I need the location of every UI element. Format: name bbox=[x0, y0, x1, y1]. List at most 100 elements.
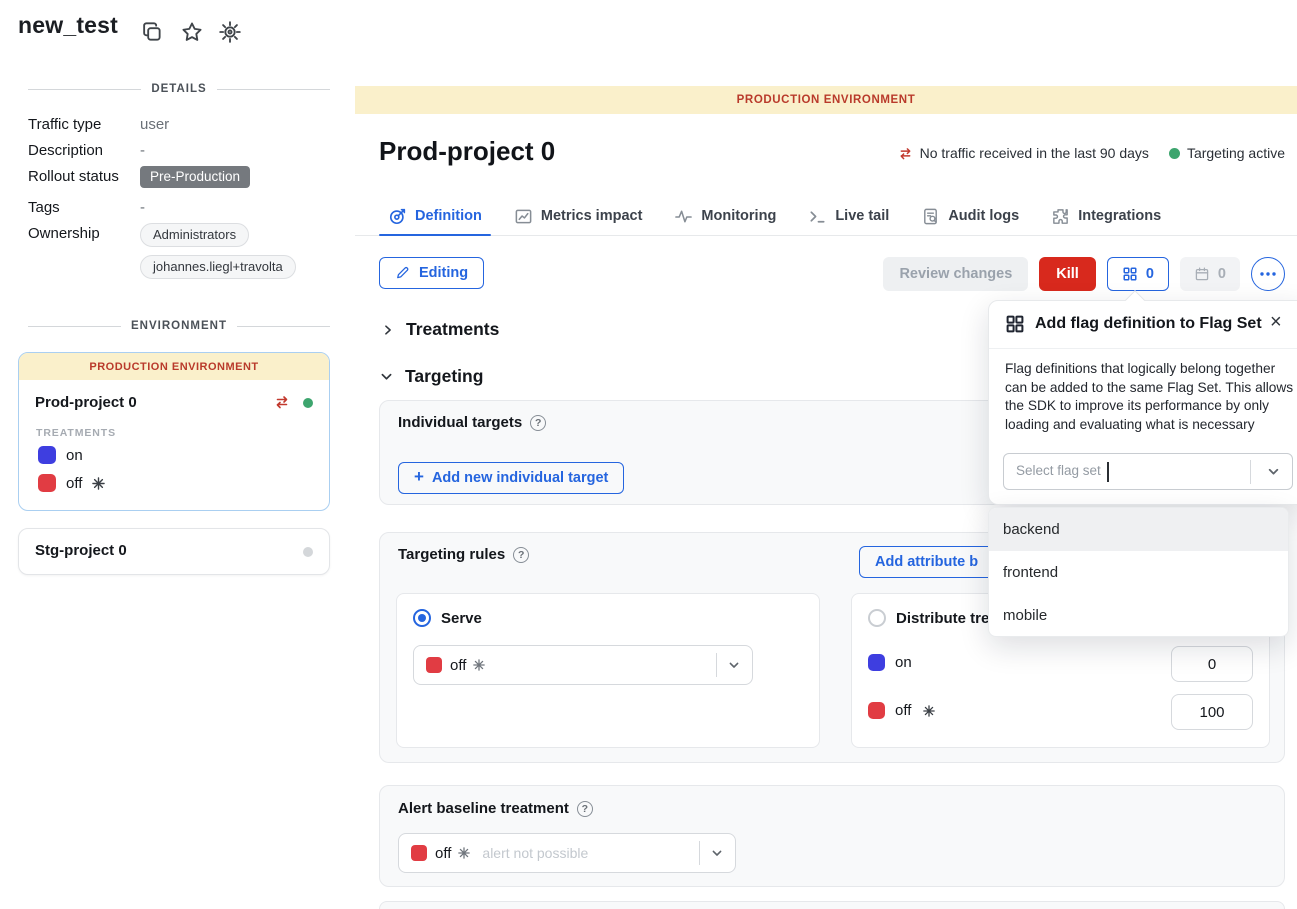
details-heading: DETAILS bbox=[151, 83, 206, 95]
star-icon[interactable] bbox=[180, 20, 204, 44]
serve-radio-row[interactable]: Serve bbox=[413, 609, 482, 627]
flag-set-select[interactable] bbox=[1003, 453, 1293, 490]
option-mobile[interactable]: mobile bbox=[989, 594, 1288, 637]
chevron-down-icon[interactable] bbox=[1265, 463, 1282, 480]
plus-icon: + bbox=[414, 467, 424, 487]
individual-targets-heading-row: Individual targets ? bbox=[398, 414, 546, 431]
environment-card-staging[interactable]: Stg-project 0 bbox=[18, 528, 330, 575]
traffic-type-value: user bbox=[140, 116, 169, 133]
review-changes-button[interactable]: Review changes bbox=[883, 257, 1028, 291]
flag-set-options: backend frontend mobile bbox=[988, 507, 1289, 637]
tab-integrations[interactable]: Integrations bbox=[1051, 197, 1161, 235]
details-divider: DETAILS bbox=[28, 83, 330, 95]
treatments-section-toggle[interactable]: Treatments bbox=[381, 319, 499, 340]
traffic-status-text: No traffic received in the last 90 days bbox=[920, 145, 1149, 161]
distribute-row-off: off bbox=[868, 702, 935, 719]
distribute-on-percent-input[interactable] bbox=[1171, 646, 1253, 682]
editing-label: Editing bbox=[419, 265, 468, 281]
treatment-row-on: on bbox=[38, 446, 83, 464]
alert-baseline-heading-row: Alert baseline treatment ? bbox=[398, 800, 593, 817]
add-attribute-rule-label: Add attribute b bbox=[875, 554, 978, 570]
copy-icon[interactable] bbox=[140, 20, 164, 44]
tab-metrics-impact[interactable]: Metrics impact bbox=[514, 197, 643, 235]
treatment-off-swatch bbox=[868, 702, 885, 719]
distribute-off-label: off bbox=[895, 702, 911, 719]
pencil-icon bbox=[395, 265, 411, 281]
ellipsis-icon bbox=[1259, 271, 1277, 277]
targeting-active-dot bbox=[1169, 148, 1180, 159]
close-icon[interactable]: × bbox=[1270, 312, 1282, 332]
add-individual-target-label: Add new individual target bbox=[432, 470, 608, 486]
review-changes-label: Review changes bbox=[899, 266, 1012, 282]
serve-radio[interactable] bbox=[413, 609, 431, 627]
kill-button[interactable]: Kill bbox=[1039, 257, 1096, 291]
more-actions-button[interactable] bbox=[1251, 257, 1285, 291]
rollout-status-badge: Pre-Production bbox=[140, 166, 250, 188]
tab-live-tail[interactable]: Live tail bbox=[808, 197, 889, 235]
page-title: new_test bbox=[18, 12, 118, 39]
alert-baseline-hint: alert not possible bbox=[482, 845, 588, 861]
treatment-off-swatch bbox=[411, 845, 427, 861]
audit-document-icon bbox=[921, 207, 940, 226]
add-individual-target-button[interactable]: + Add new individual target bbox=[398, 462, 624, 494]
description-value: - bbox=[140, 142, 145, 159]
distribute-off-percent-input[interactable] bbox=[1171, 694, 1253, 730]
help-icon[interactable]: ? bbox=[530, 415, 546, 431]
flag-sets-count: 0 bbox=[1146, 266, 1154, 282]
ownership-label: Ownership bbox=[28, 225, 100, 242]
tab-audit-logs[interactable]: Audit logs bbox=[921, 197, 1019, 235]
traffic-status: No traffic received in the last 90 days bbox=[898, 145, 1149, 161]
flag-set-search-input[interactable] bbox=[1016, 463, 1166, 478]
targeting-status-text: Targeting active bbox=[1187, 145, 1285, 161]
chevron-right-icon bbox=[381, 323, 395, 337]
treatment-on-label: on bbox=[66, 447, 83, 464]
environment-card-production[interactable]: PRODUCTION ENVIRONMENT Prod-project 0 TR… bbox=[18, 352, 330, 511]
production-environment-top-banner: PRODUCTION ENVIRONMENT bbox=[355, 86, 1297, 114]
distribute-row-on: on bbox=[868, 654, 912, 671]
targeting-section-toggle[interactable]: Targeting bbox=[379, 366, 483, 387]
flag-set-popup: Add flag definition to Flag Set × Flag d… bbox=[988, 300, 1297, 505]
treatment-on-swatch bbox=[38, 446, 56, 464]
editing-button[interactable]: Editing bbox=[379, 257, 484, 289]
traffic-type-label: Traffic type bbox=[28, 116, 101, 133]
option-backend[interactable]: backend bbox=[989, 508, 1288, 551]
environment-divider: ENVIRONMENT bbox=[28, 320, 330, 332]
tab-bar: Definition Metrics impact Monitoring bbox=[355, 197, 1297, 236]
environment-inactive-dot bbox=[303, 547, 313, 557]
terminal-icon bbox=[808, 207, 827, 226]
alert-baseline-value: off bbox=[435, 845, 451, 862]
distribute-on-label: on bbox=[895, 654, 912, 671]
pulse-icon bbox=[674, 207, 693, 226]
distribute-radio[interactable] bbox=[868, 609, 886, 627]
ownership-pill-user: johannes.liegl+travolta bbox=[140, 255, 296, 279]
help-icon[interactable]: ? bbox=[513, 547, 529, 563]
alert-baseline-select[interactable]: off alert not possible bbox=[398, 833, 736, 873]
traffic-swap-icon bbox=[274, 395, 290, 409]
app-root: new_test DETAILS Traffic type user Descr… bbox=[0, 0, 1297, 909]
treatment-off-swatch bbox=[38, 474, 56, 492]
schedule-button[interactable]: 0 bbox=[1180, 257, 1240, 291]
individual-targets-heading: Individual targets bbox=[398, 414, 522, 431]
traffic-swap-icon bbox=[898, 147, 913, 160]
help-icon[interactable]: ? bbox=[577, 801, 593, 817]
tab-monitoring[interactable]: Monitoring bbox=[674, 197, 776, 235]
serve-treatment-value: off bbox=[450, 657, 466, 674]
flag-sets-button[interactable]: 0 bbox=[1107, 257, 1169, 291]
environment-active-dot bbox=[303, 398, 313, 408]
gear-icon[interactable] bbox=[218, 20, 242, 44]
treatment-off-swatch bbox=[426, 657, 442, 673]
treatment-on-swatch bbox=[868, 654, 885, 671]
alert-baseline-heading: Alert baseline treatment bbox=[398, 800, 569, 817]
tab-definition[interactable]: Definition bbox=[388, 197, 482, 235]
tab-label: Live tail bbox=[835, 208, 889, 224]
serve-treatment-select[interactable]: off bbox=[413, 645, 753, 685]
definition-target-icon bbox=[388, 207, 407, 226]
treatment-row-off: off bbox=[38, 474, 105, 492]
chevron-down-icon bbox=[379, 369, 394, 384]
targeting-section-label: Targeting bbox=[405, 366, 483, 387]
tab-label: Monitoring bbox=[701, 208, 776, 224]
option-frontend[interactable]: frontend bbox=[989, 551, 1288, 594]
treatment-off-label: off bbox=[66, 475, 82, 492]
metrics-chart-icon bbox=[514, 207, 533, 226]
select-divider bbox=[1250, 460, 1251, 484]
